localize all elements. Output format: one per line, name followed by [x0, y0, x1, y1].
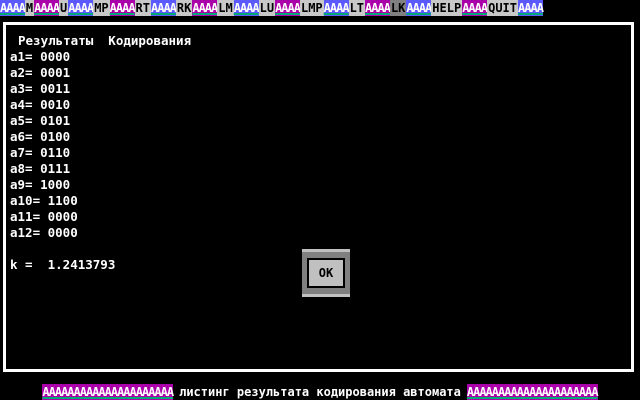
menu-item-rk[interactable]: RK [175, 0, 193, 16]
status-text: листинг результата кодирования автомата [179, 385, 461, 399]
encoding-row: a10= 1100 [10, 193, 78, 208]
encoding-row: a7= 0110 [10, 145, 71, 160]
listing-header: Результаты Кодирования [18, 33, 192, 48]
encoding-row: a2= 0001 [10, 65, 71, 80]
menu-pad: AAAA [34, 0, 60, 16]
menu-item-lk[interactable]: LK [389, 0, 407, 16]
menu-item-m[interactable]: M [24, 0, 35, 16]
menu-pad: AAAA [0, 0, 26, 16]
encoding-row: a5= 0101 [10, 113, 71, 128]
menu-pad: AAAA [68, 0, 94, 16]
encoding-row: a8= 0111 [10, 161, 71, 176]
menu-pad: AAAA [151, 0, 177, 16]
top-menu-bar: AAAAMAAAAUAAAAMPAAAARTAAAARKAAAALMAAAALU… [0, 0, 640, 16]
bottom-status-bar: AAAAAAAAAAAAAAAAAAAAA листинг результата … [0, 384, 640, 400]
encoding-row: a11= 0000 [10, 209, 78, 224]
encoding-row: a1= 0000 [10, 49, 71, 64]
menu-item-lu[interactable]: LU [258, 0, 276, 16]
menu-pad: AAAA [233, 0, 260, 16]
menu-pad: AAAA [406, 0, 432, 16]
menu-item-u[interactable]: U [59, 0, 69, 16]
ok-dialog: OK [302, 249, 350, 297]
menu-pad: AAAA [518, 0, 544, 16]
menu-item-lt[interactable]: LT [348, 0, 366, 16]
menu-item-quit[interactable]: QUIT [487, 0, 519, 16]
menu-item-mp[interactable]: MP [93, 0, 110, 16]
encoding-row: a6= 0100 [10, 129, 71, 144]
encoding-rows: a1= 0000 a2= 0001 a3= 0011 a4= 0010 a5= 0101… [10, 49, 191, 241]
menu-pad: AAAA [109, 0, 136, 16]
menu-item-lmp[interactable]: LMP [299, 0, 324, 16]
ok-button[interactable]: OK [307, 258, 345, 288]
menu-pad: AAAA [462, 0, 488, 16]
encoding-row: a4= 0010 [10, 97, 71, 112]
menu-pad: AAAA [275, 0, 301, 16]
status-pad-left: AAAAAAAAAAAAAAAAAAAAA [42, 384, 174, 400]
coefficient-value: k = 1.2413793 [10, 257, 116, 272]
status-pad-right: AAAAAAAAAAAAAAAAAAAAA [466, 384, 599, 400]
encoding-row: a12= 0000 [10, 225, 78, 240]
menu-pad: AAAA [192, 0, 218, 16]
menu-item-rt[interactable]: RT [134, 0, 151, 16]
encoding-listing: Результаты Кодирования a1= 0000 a2= 0001 a… [10, 33, 191, 273]
encoding-row: a3= 0011 [10, 81, 71, 96]
menu-item-help[interactable]: HELP [431, 0, 463, 16]
results-window: Результаты Кодирования a1= 0000 a2= 0001 a… [3, 22, 634, 372]
menu-pad: AAAA [323, 0, 350, 16]
encoding-row: a9= 1000 [10, 177, 71, 192]
menu-item-lm[interactable]: LM [217, 0, 234, 16]
menu-pad: AAAA [365, 0, 391, 16]
